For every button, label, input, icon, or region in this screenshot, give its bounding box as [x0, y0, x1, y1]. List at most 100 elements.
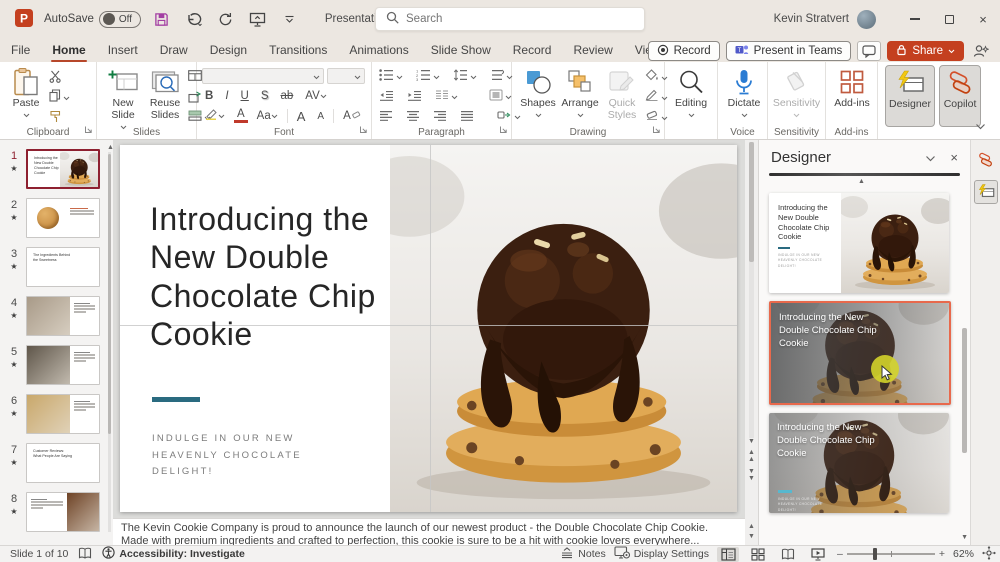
slide-thumbnail-preview[interactable] [26, 345, 100, 385]
dictate-button[interactable]: Dictate [723, 65, 765, 123]
tab-insert[interactable]: Insert [97, 38, 149, 62]
autosave-control[interactable]: AutoSave Off [44, 11, 141, 28]
text-shadow-button[interactable]: S [258, 90, 272, 102]
normal-view-button[interactable] [717, 547, 739, 562]
next-slide-button[interactable]: ▼▼ [748, 468, 755, 482]
reuse-slides-button[interactable]: Reuse Slides [144, 65, 186, 123]
notes-text[interactable]: The Kevin Cookie Company is proud to ann… [121, 522, 737, 545]
clipboard-dialog-launcher[interactable] [84, 123, 93, 137]
slide-canvas[interactable]: Introducing the New Double Chocolate Chi… [120, 145, 737, 512]
paste-button[interactable]: Paste [5, 65, 47, 123]
slide-subtitle-text[interactable]: INDULGE IN OUR NEW HEAVENLY CHOCOLATE DE… [152, 431, 352, 481]
language-book-icon[interactable] [78, 547, 92, 562]
slide-thumbnail-2[interactable]: 2★ [6, 198, 113, 238]
zoom-in-icon[interactable]: + [939, 548, 945, 560]
font-color-button[interactable]: A [234, 109, 248, 124]
tab-home[interactable]: Home [41, 38, 96, 62]
record-button[interactable]: Record [648, 41, 720, 61]
align-center-button[interactable] [404, 108, 422, 125]
zoom-level[interactable]: 62% [953, 548, 974, 560]
underline-button[interactable]: U [238, 90, 252, 102]
align-right-button[interactable] [431, 108, 449, 125]
strikethrough-button[interactable]: ab [278, 90, 297, 102]
search-input[interactable] [406, 13, 606, 25]
font-name-combo[interactable] [202, 68, 324, 84]
decrease-indent-button[interactable] [377, 88, 396, 105]
cut-button[interactable] [47, 68, 72, 85]
increase-indent-button[interactable] [405, 88, 424, 105]
slide-thumbnail-1[interactable]: 1★Introducing the New Double Chocolate C… [6, 149, 113, 189]
share-button[interactable]: Share [887, 41, 964, 61]
slide-thumbnail-5[interactable]: 5★ [6, 345, 113, 385]
quick-styles-button[interactable]: Quick Styles [601, 65, 643, 123]
font-dialog-launcher[interactable] [359, 123, 368, 137]
slide-thumbnail-6[interactable]: 6★ [6, 394, 113, 434]
follow-person-button[interactable] [970, 40, 992, 62]
align-text-button[interactable] [487, 88, 514, 105]
slide-sorter-view-button[interactable] [747, 547, 769, 562]
editor-scrollbar[interactable]: ▼ ▲▲ ▼▼ [745, 140, 758, 518]
tab-file[interactable]: File [0, 38, 41, 62]
copilot-button[interactable]: Copilot [939, 65, 981, 127]
arrange-button[interactable]: Arrange [559, 65, 601, 123]
comments-button[interactable] [857, 41, 881, 61]
start-presentation-button[interactable] [247, 8, 269, 30]
character-spacing-button[interactable]: AV [302, 90, 330, 102]
reading-view-button[interactable] [777, 547, 799, 562]
drawing-dialog-launcher[interactable] [652, 123, 661, 137]
accessibility-status[interactable]: Accessibility: Investigate [102, 546, 244, 562]
slideshow-view-button[interactable] [807, 547, 829, 562]
design-suggestion-3[interactable]: Introducing the New Double Chocolate Chi… [769, 413, 949, 513]
paragraph-dialog-launcher[interactable] [499, 123, 508, 137]
bold-button[interactable]: B [202, 90, 216, 102]
display-settings-button[interactable]: Display Settings [614, 546, 709, 562]
design-suggestion-2-selected[interactable]: Introducing the New Double Chocolate Chi… [769, 301, 951, 405]
scroll-down-icon[interactable]: ▼ [748, 438, 755, 445]
clear-formatting-button[interactable]: A [340, 110, 364, 123]
tab-draw[interactable]: Draw [149, 38, 199, 62]
sensitivity-button[interactable]: Sensitivity [773, 65, 820, 123]
redo-button[interactable] [215, 8, 237, 30]
designer-scroll-down-icon[interactable]: ▼ [961, 534, 968, 541]
text-direction-button[interactable] [488, 68, 515, 85]
align-left-button[interactable] [377, 108, 395, 125]
columns-button[interactable] [433, 88, 460, 105]
collapse-ribbon-icon[interactable] [975, 119, 986, 133]
notes-pane[interactable]: The Kevin Cookie Company is proud to ann… [113, 518, 745, 545]
justify-button[interactable] [458, 108, 476, 125]
grow-font-button[interactable]: A [294, 109, 309, 124]
minimize-button[interactable] [898, 0, 932, 38]
thumbnail-scrollbar[interactable]: ▲ [107, 144, 112, 540]
copilot-side-tab[interactable] [974, 148, 998, 172]
scrollbar-thumb[interactable] [749, 142, 754, 262]
slide-thumbnail-preview[interactable] [26, 492, 100, 532]
fit-to-window-icon[interactable] [982, 546, 996, 562]
zoom-slider-handle[interactable] [873, 548, 877, 560]
notes-scrollbar[interactable]: ▲ ▼ [745, 518, 758, 545]
zoom-out-icon[interactable]: – [837, 548, 843, 560]
cookie-photo[interactable] [390, 145, 737, 512]
user-avatar[interactable] [857, 10, 876, 29]
slide-title-text[interactable]: Introducing the New Double Chocolate Chi… [150, 200, 395, 354]
slide-thumbnail-preview[interactable]: Customer Reviews: What People Are Saying [26, 443, 100, 483]
previous-slide-button[interactable]: ▲▲ [748, 449, 755, 463]
slide-thumbnail-preview[interactable]: The Ingredients Behind the Sweetness [26, 247, 100, 287]
slide-thumbnail-preview[interactable]: Introducing the New Double Chocolate Chi… [26, 149, 100, 189]
maximize-button[interactable] [932, 0, 966, 38]
customize-quick-access-toolbar-icon[interactable] [279, 8, 301, 30]
tab-review[interactable]: Review [562, 38, 623, 62]
search-box[interactable] [375, 7, 645, 31]
designer-scrollbar[interactable] [962, 188, 967, 518]
zoom-slider[interactable]: – + [837, 548, 945, 560]
user-name[interactable]: Kevin Stratvert [774, 13, 849, 25]
shapes-button[interactable]: Shapes [517, 65, 559, 123]
addins-button[interactable]: Add-ins [831, 65, 873, 111]
designer-panel-close-icon[interactable]: × [950, 150, 958, 165]
format-painter-button[interactable] [47, 108, 72, 125]
shrink-font-button[interactable]: A [314, 111, 327, 122]
slide-thumbnail-preview[interactable] [26, 296, 100, 336]
notes-scroll-up-icon[interactable]: ▲ [748, 523, 755, 530]
save-button[interactable] [151, 8, 173, 30]
designer-panel-chevron-icon[interactable] [925, 151, 936, 165]
tab-design[interactable]: Design [199, 38, 258, 62]
